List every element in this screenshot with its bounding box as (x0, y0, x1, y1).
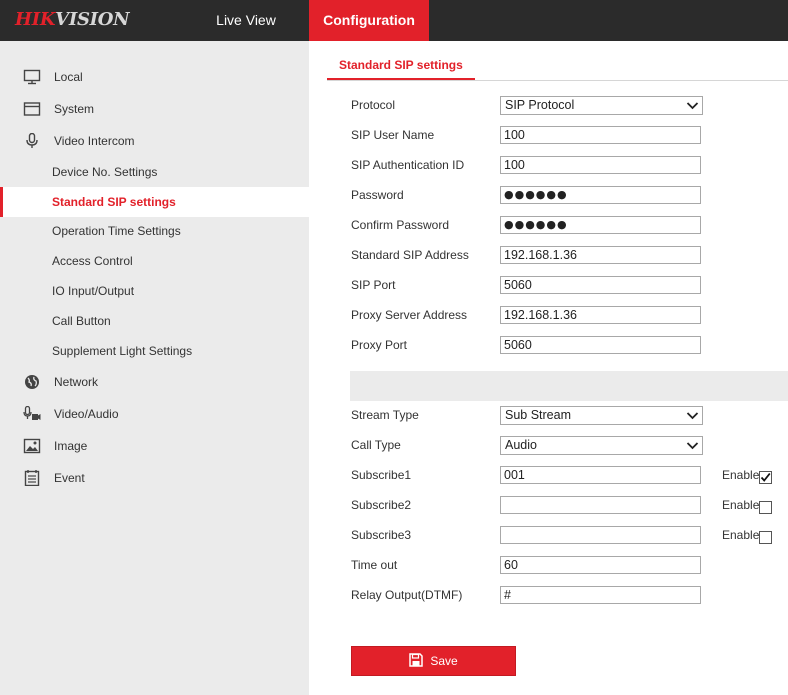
time-out-input[interactable]: 60 (500, 556, 701, 574)
subscribe1-label: Subscribe1 (351, 468, 412, 482)
sidebar-item-label: Local (54, 70, 83, 84)
sidebar-item-standard-sip-settings[interactable]: Standard SIP settings (0, 187, 309, 217)
save-button-label: Save (430, 654, 458, 668)
sidebar-item-label: Operation Time Settings (52, 224, 181, 238)
sidebar-item-network[interactable]: Network (0, 367, 309, 397)
subscribe3-enable-checkbox[interactable] (759, 531, 772, 544)
call-type-select[interactable]: Audio (500, 436, 703, 455)
subscribe3-label: Subscribe3 (351, 528, 412, 542)
subscribe3-input[interactable] (500, 526, 701, 544)
sip-address-input[interactable]: 192.168.1.36 (500, 246, 701, 264)
sidebar-item-video-intercom[interactable]: Video Intercom (0, 126, 309, 156)
chevron-down-icon (686, 412, 699, 420)
sidebar-item-label: Supplement Light Settings (52, 344, 193, 358)
main-content: Standard SIP settings Protocol SIP Proto… (309, 41, 788, 695)
sip-address-label: Standard SIP Address (351, 248, 469, 262)
nav-tab-configuration[interactable]: Configuration (309, 0, 429, 41)
stream-type-label: Stream Type (351, 408, 419, 422)
proxy-address-input[interactable]: 192.168.1.36 (500, 306, 701, 324)
sidebar-item-label: Network (54, 375, 99, 389)
sip-port-input[interactable]: 5060 (500, 276, 701, 294)
tab-standard-sip-settings[interactable]: Standard SIP settings (327, 50, 475, 80)
sidebar-item-label: Call Button (52, 314, 111, 328)
sidebar-item-device-no-settings[interactable]: Device No. Settings (0, 157, 309, 187)
sidebar-item-call-button[interactable]: Call Button (0, 306, 309, 336)
call-type-label: Call Type (351, 438, 401, 452)
subscribe3-enable-label: Enable (722, 528, 760, 542)
proxy-port-input[interactable]: 5060 (500, 336, 701, 354)
microphone-icon (26, 133, 38, 148)
video-audio-icon (23, 406, 41, 420)
protocol-value: SIP Protocol (505, 98, 575, 112)
sidebar-item-operation-time-settings[interactable]: Operation Time Settings (0, 216, 309, 246)
subscribe1-enable-label: Enable (722, 468, 760, 482)
sidebar-item-label: Access Control (52, 254, 133, 268)
globe-icon (25, 375, 39, 389)
password-label: Password (351, 188, 404, 202)
sidebar-item-video-audio[interactable]: Video/Audio (0, 399, 309, 429)
subscribe2-enable-checkbox[interactable] (759, 501, 772, 514)
protocol-label: Protocol (351, 98, 396, 112)
section-divider (350, 371, 788, 401)
sidebar-item-event[interactable]: Event (0, 463, 309, 493)
chevron-down-icon (686, 442, 699, 450)
sidebar-item-local[interactable]: Local (0, 62, 309, 92)
password-input[interactable]: ●●●●●● (500, 186, 701, 204)
sidebar-item-label: Video Intercom (54, 134, 135, 148)
sidebar-item-label: Video/Audio (54, 407, 119, 421)
sip-user-name-label: SIP User Name (351, 128, 435, 142)
subscribe2-enable-label: Enable (722, 498, 760, 512)
chevron-down-icon (686, 102, 699, 110)
save-icon (409, 653, 424, 668)
save-button[interactable]: Save (351, 646, 516, 676)
sidebar-item-label: Standard SIP settings (52, 195, 176, 209)
stream-type-value: Sub Stream (505, 408, 572, 422)
sidebar-item-supplement-light-settings[interactable]: Supplement Light Settings (0, 336, 309, 366)
subscribe1-enable-checkbox[interactable] (759, 471, 772, 484)
call-type-value: Audio (505, 438, 537, 452)
nav-tab-live-view[interactable]: Live View (190, 0, 302, 41)
checkmark-icon (760, 472, 771, 482)
sidebar-item-label: System (54, 102, 95, 116)
sidebar-item-access-control[interactable]: Access Control (0, 246, 309, 276)
relay-output-label: Relay Output(DTMF) (351, 588, 463, 602)
sidebar-item-io-input-output[interactable]: IO Input/Output (0, 276, 309, 306)
time-out-label: Time out (351, 558, 398, 572)
sidebar-item-label: Device No. Settings (52, 165, 158, 179)
sidebar-item-label: Event (54, 471, 85, 485)
relay-output-input[interactable]: # (500, 586, 701, 604)
sip-user-name-input[interactable]: 100 (500, 126, 701, 144)
event-list-icon (24, 470, 40, 486)
image-icon (23, 438, 41, 454)
top-bar: HIKVISION Live View Configuration (0, 0, 788, 41)
confirm-password-input[interactable]: ●●●●●● (500, 216, 701, 234)
window-icon (23, 102, 41, 116)
sidebar-item-system[interactable]: System (0, 94, 309, 124)
proxy-port-label: Proxy Port (351, 338, 408, 352)
subscribe1-input[interactable]: 001 (500, 466, 701, 484)
sip-port-label: SIP Port (351, 278, 396, 292)
hikvision-logo: HIKVISION (15, 9, 130, 30)
subscribe2-label: Subscribe2 (351, 498, 412, 512)
monitor-icon (23, 69, 41, 85)
stream-type-select[interactable]: Sub Stream (500, 406, 703, 425)
sip-auth-id-label: SIP Authentication ID (351, 158, 465, 172)
sidebar-item-image[interactable]: Image (0, 431, 309, 461)
sip-auth-id-input[interactable]: 100 (500, 156, 701, 174)
confirm-password-label: Confirm Password (351, 218, 450, 232)
tab-divider (327, 80, 788, 81)
protocol-select[interactable]: SIP Protocol (500, 96, 703, 115)
sidebar: Local System Video Intercom Device No. S… (0, 41, 309, 695)
sidebar-item-label: Image (54, 439, 88, 453)
subscribe2-input[interactable] (500, 496, 701, 514)
sidebar-item-label: IO Input/Output (52, 284, 135, 298)
proxy-address-label: Proxy Server Address (351, 308, 468, 322)
